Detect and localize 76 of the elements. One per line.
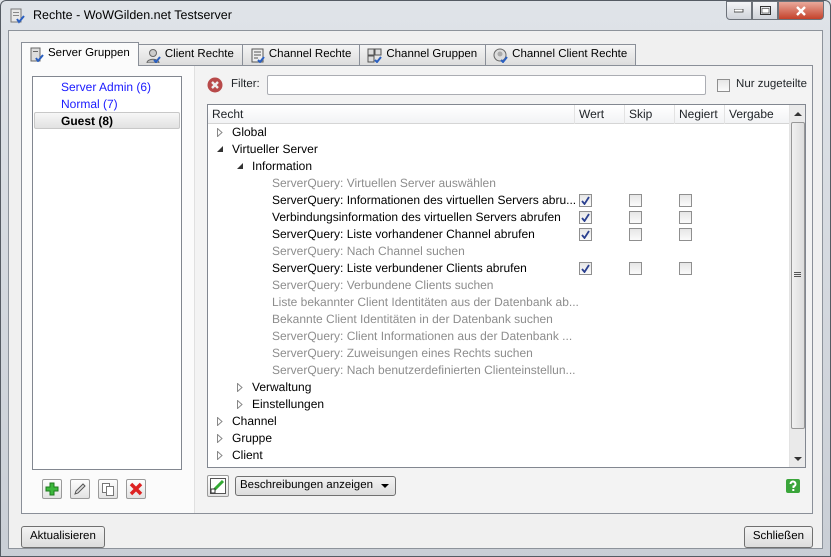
tree-node[interactable]: Virtueller Server [232, 141, 318, 158]
tab-icon [146, 48, 161, 62]
tab-icon [493, 48, 508, 62]
tree-node[interactable]: Gruppe [232, 430, 272, 447]
column-header[interactable]: Skip [625, 105, 675, 124]
tab-icon [29, 46, 44, 62]
refresh-button[interactable]: Aktualisieren [21, 526, 105, 548]
checkbox[interactable] [679, 211, 692, 224]
checkbox[interactable] [629, 211, 642, 224]
filter-field[interactable] [266, 75, 706, 95]
group-item[interactable]: Server Admin (6) [34, 78, 180, 95]
close-button[interactable] [778, 1, 824, 20]
group-item[interactable]: Guest (8) [34, 112, 180, 129]
maximize-button[interactable] [752, 1, 778, 20]
scrollbar-thumb[interactable] [790, 122, 804, 429]
permission-label[interactable]: ServerQuery: Informationen des virtuellen Servers abru... [272, 192, 576, 209]
checkbox[interactable] [579, 194, 592, 207]
edit-button[interactable] [70, 479, 90, 499]
checkbox[interactable] [679, 228, 692, 241]
tab[interactable]: Server Gruppen [21, 42, 139, 66]
tab-icon [367, 48, 382, 62]
app-icon [9, 8, 25, 24]
checkbox[interactable] [579, 262, 592, 275]
expand-arrow-icon[interactable] [216, 128, 224, 137]
checkbox[interactable] [629, 194, 642, 207]
group-item[interactable]: Normal (7) [34, 95, 180, 112]
close-icon [795, 6, 807, 16]
edit-permissions-button[interactable] [207, 474, 229, 496]
scroll-down-icon[interactable] [794, 456, 802, 460]
collapse-arrow-icon[interactable] [216, 145, 224, 154]
column-header[interactable]: Recht [208, 105, 575, 124]
maximize-icon [760, 6, 770, 15]
checkbox[interactable] [579, 211, 592, 224]
tab[interactable]: Client Rechte [138, 44, 243, 65]
copy-button[interactable] [98, 479, 118, 499]
checkbox[interactable] [629, 262, 642, 275]
checkbox[interactable] [579, 228, 592, 241]
filter-label: Filter: [231, 77, 260, 92]
permission-label[interactable]: ServerQuery: Liste vorhandener Channel abrufen [272, 226, 535, 243]
tree-node[interactable]: Channel [232, 413, 277, 430]
tab[interactable]: Channel Gruppen [359, 44, 486, 65]
expand-arrow-icon[interactable] [216, 451, 224, 460]
checkbox[interactable] [679, 262, 692, 275]
tree-node[interactable]: Verwaltung [252, 379, 312, 396]
checkbox-label: Nur zugeteilte [736, 77, 807, 92]
tab[interactable]: Channel Client Rechte [485, 44, 636, 65]
column-header[interactable]: Wert [575, 105, 625, 124]
delete-button[interactable] [126, 479, 146, 499]
minimize-button[interactable] [726, 1, 752, 20]
expand-arrow-icon[interactable] [236, 383, 244, 392]
help-icon[interactable] [786, 478, 800, 492]
expand-arrow-icon[interactable] [216, 417, 224, 426]
expand-arrow-icon[interactable] [236, 400, 244, 409]
permission-label[interactable]: ServerQuery: Liste verbundener Clients abrufen [272, 260, 527, 277]
add-button[interactable] [42, 479, 62, 499]
expand-arrow-icon[interactable] [216, 434, 224, 443]
tree-node[interactable]: Client [232, 447, 263, 464]
caret-icon [381, 484, 389, 488]
close-dialog-button[interactable]: Schließen [744, 526, 813, 548]
description-dropdown[interactable]: Beschreibungen anzeigen [235, 476, 396, 496]
minimize-icon [734, 8, 744, 12]
tree-node[interactable]: Global [232, 124, 267, 141]
checkbox[interactable] [629, 228, 642, 241]
tab-icon [250, 48, 265, 62]
permission-label[interactable]: Verbindungsinformation des virtuellen Servers abrufen [272, 209, 561, 226]
scrollbar[interactable] [789, 105, 805, 467]
window-title: Rechte - WoWGilden.net Testserver [33, 7, 232, 24]
scroll-up-icon[interactable] [794, 112, 802, 116]
collapse-arrow-icon[interactable] [236, 162, 244, 171]
tree-node[interactable]: Information [252, 158, 312, 175]
tab[interactable]: Channel Rechte [242, 44, 360, 65]
checkbox[interactable] [679, 194, 692, 207]
column-header[interactable]: Negiert [675, 105, 725, 124]
clear-filter-icon[interactable] [207, 77, 223, 93]
only-assigned-checkbox[interactable] [717, 78, 730, 92]
tree-node[interactable]: Einstellungen [252, 396, 324, 413]
